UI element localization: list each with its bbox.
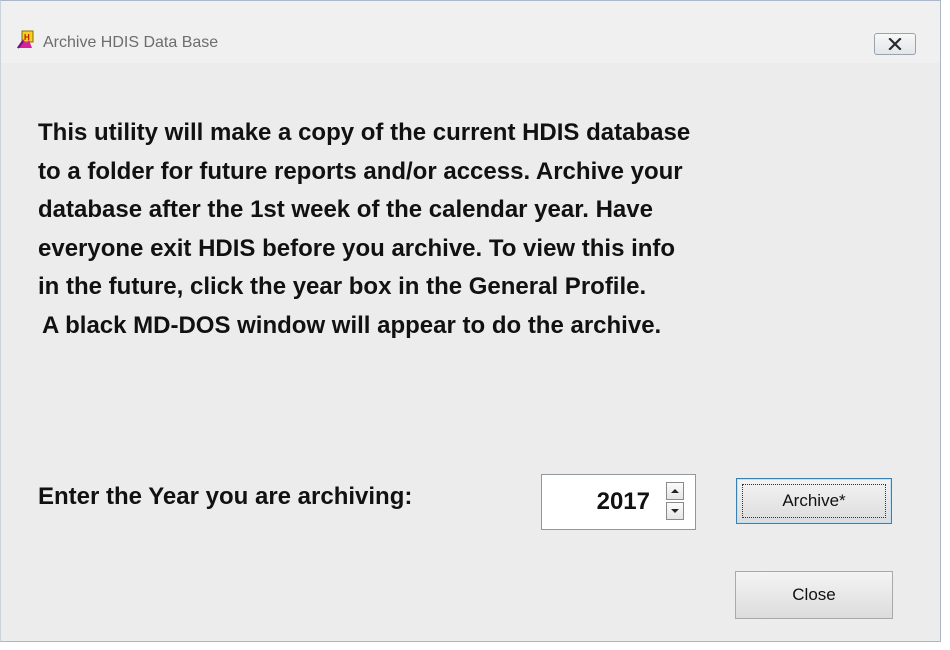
title-bar[interactable]: H Archive HDIS Data Base (1, 1, 940, 63)
archive-button[interactable]: Archive* (736, 478, 892, 524)
info-line: database after the 1st week of the calen… (38, 196, 653, 224)
close-button-label: Close (792, 585, 836, 604)
spin-up-icon[interactable] (666, 482, 684, 500)
info-line: A black MD-DOS window will appear to do … (42, 311, 662, 339)
info-message: This utility will make a copy of the cur… (38, 114, 918, 346)
info-line: everyone exit HDIS before you archive. T… (38, 234, 676, 262)
info-line: This utility will make a copy of the cur… (38, 119, 691, 146)
window-title: Archive HDIS Data Base (43, 34, 219, 51)
close-button[interactable]: Close (735, 571, 893, 619)
spin-down-icon[interactable] (666, 502, 684, 520)
info-line: to a folder for future reports and/or ac… (38, 157, 683, 185)
year-field-label: Enter the Year you are archiving: (38, 483, 413, 510)
year-spinbox[interactable] (541, 474, 696, 530)
hdis-app-icon: H (15, 30, 35, 50)
year-input[interactable] (542, 475, 654, 529)
focus-indicator (742, 484, 886, 518)
close-x-icon[interactable] (874, 33, 916, 55)
info-line: in the future, click the year box in the… (38, 273, 647, 301)
archive-dialog-window: H Archive HDIS Data Base This utility wi… (0, 0, 941, 642)
